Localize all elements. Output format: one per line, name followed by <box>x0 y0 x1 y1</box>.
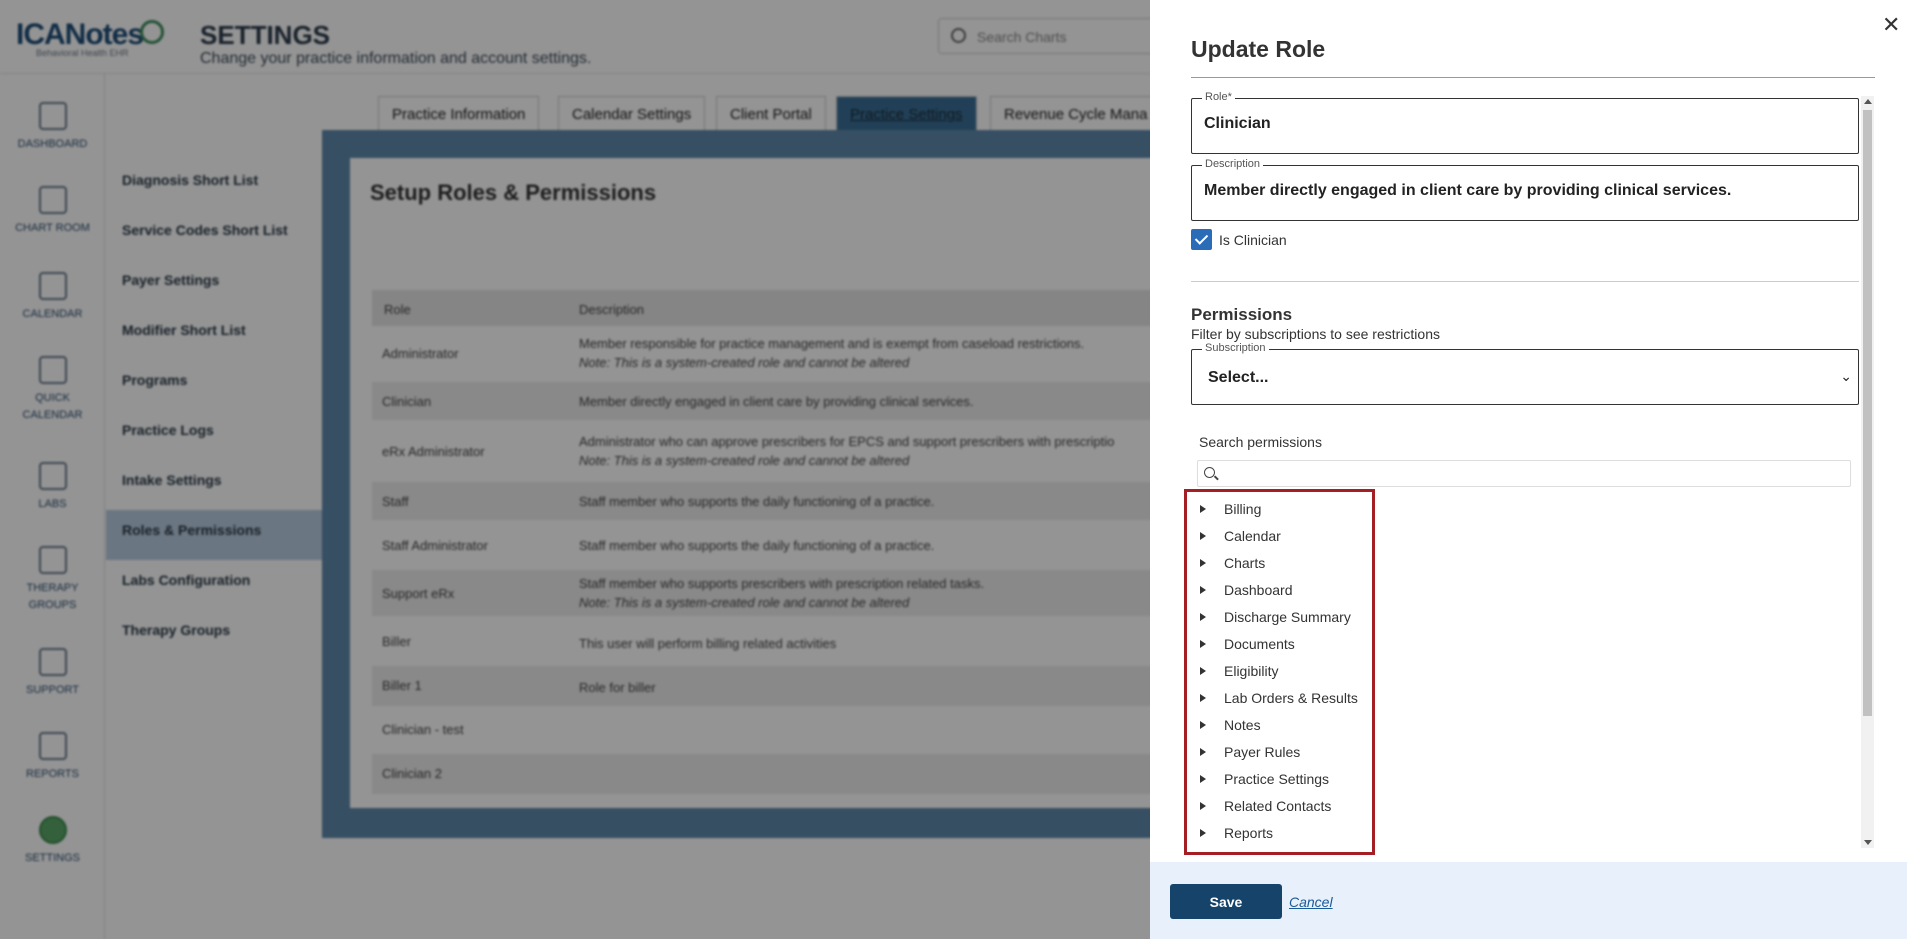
section-divider <box>1191 281 1859 282</box>
caret-right-icon <box>1200 559 1206 567</box>
caret-right-icon <box>1200 829 1206 837</box>
permissions-tree: Billing Calendar Charts Dashboard Discha… <box>1184 489 1375 855</box>
description-field-label: Description <box>1202 158 1264 170</box>
scrollbar-thumb[interactable] <box>1863 110 1872 716</box>
subscription-value: Select... <box>1208 369 1269 386</box>
caret-right-icon <box>1200 694 1206 702</box>
description-field[interactable]: Description <box>1191 158 1859 221</box>
save-button[interactable]: Save <box>1170 884 1282 919</box>
search-permissions-label: Search permissions <box>1199 434 1322 450</box>
caret-right-icon <box>1200 532 1206 540</box>
caret-right-icon <box>1200 613 1206 621</box>
caret-right-icon <box>1200 640 1206 648</box>
caret-right-icon <box>1200 775 1206 783</box>
subscription-label: Subscription <box>1202 342 1269 354</box>
permissions-subtitle: Filter by subscriptions to see restricti… <box>1191 326 1440 342</box>
permissions-search-input[interactable] <box>1222 465 1842 481</box>
is-clinician-checkbox[interactable] <box>1191 229 1212 250</box>
permissions-title: Permissions <box>1191 305 1293 324</box>
role-field-label: Role* <box>1202 91 1235 103</box>
subscription-select[interactable]: Subscription Select... ⌄ <box>1191 342 1859 405</box>
close-icon[interactable]: ✕ <box>1882 14 1900 36</box>
caret-right-icon <box>1200 721 1206 729</box>
caret-right-icon <box>1200 586 1206 594</box>
modal-backdrop[interactable] <box>0 0 1150 939</box>
drawer-title: Update Role <box>1191 36 1326 62</box>
chevron-down-icon: ⌄ <box>1840 368 1852 384</box>
permissions-search-box[interactable] <box>1197 460 1851 487</box>
title-divider <box>1191 77 1875 78</box>
is-clinician-label: Is Clinician <box>1219 232 1287 248</box>
role-input[interactable] <box>1204 115 1844 133</box>
cancel-link[interactable]: Cancel <box>1289 894 1333 910</box>
caret-right-icon <box>1200 505 1206 513</box>
caret-right-icon <box>1200 802 1206 810</box>
scroll-up-icon[interactable] <box>1864 99 1872 104</box>
role-field[interactable]: Role* <box>1191 91 1859 154</box>
caret-right-icon <box>1200 667 1206 675</box>
drawer-scrollbar[interactable] <box>1861 96 1874 848</box>
caret-right-icon <box>1200 748 1206 756</box>
description-input[interactable] <box>1204 182 1844 200</box>
search-icon <box>1204 467 1215 478</box>
scroll-down-icon[interactable] <box>1864 840 1872 845</box>
